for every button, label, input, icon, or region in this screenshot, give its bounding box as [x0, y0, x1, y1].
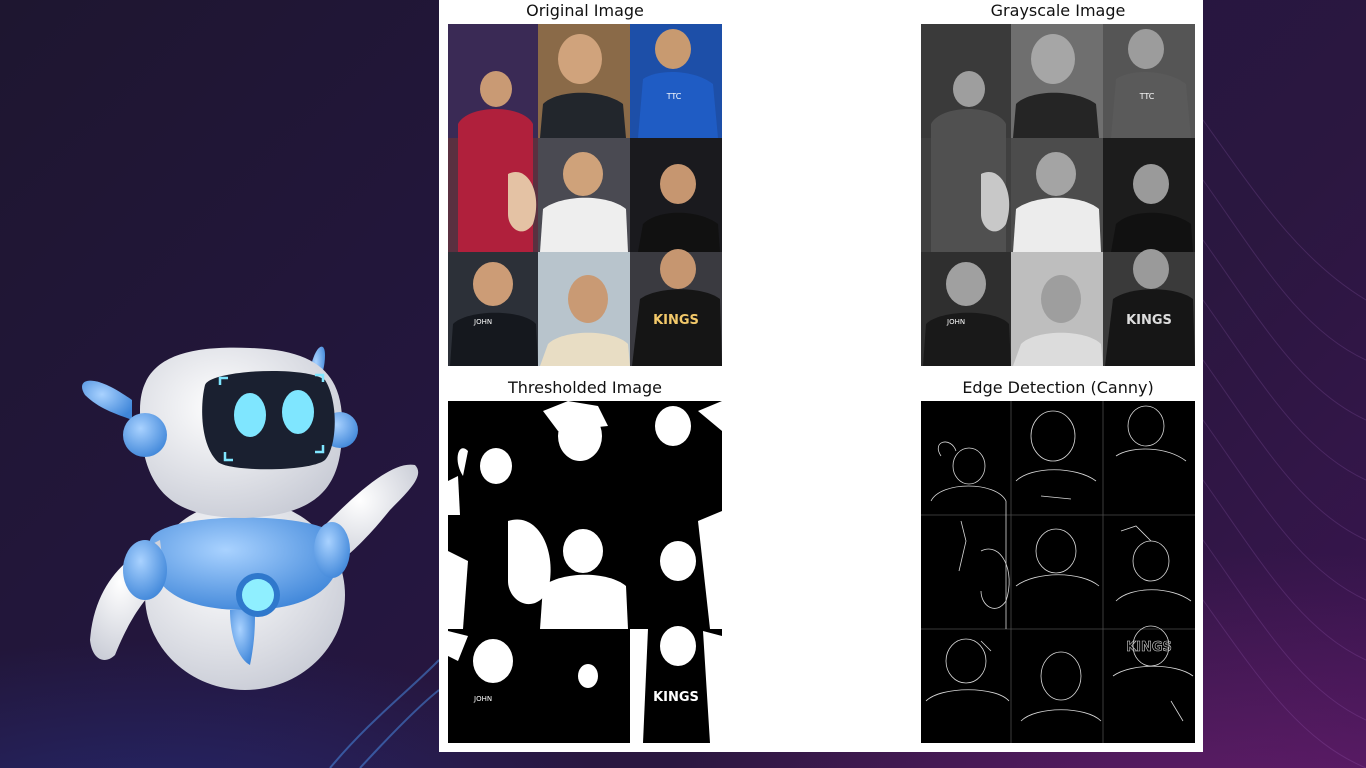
- grayscale-image: KINGS JOHN TTC: [921, 24, 1195, 366]
- edge-detection-image: KINGS: [921, 401, 1195, 743]
- thresholded-image: KINGS JOHN: [448, 401, 722, 743]
- subplot-title: Thresholded Image: [507, 378, 663, 397]
- name-tag-text: JOHN: [473, 318, 492, 326]
- name-tag-text: JOHN: [946, 318, 965, 326]
- subplot-title: Edge Detection (Canny): [962, 378, 1154, 397]
- kings-shirt-text: KINGS: [653, 313, 699, 328]
- figure-panel: Original Image KINGS JOHN TTC Grayscale …: [439, 0, 1203, 752]
- kings-shirt-text: KINGS: [1126, 640, 1172, 655]
- original-image: KINGS JOHN TTC: [448, 24, 722, 366]
- kings-shirt-text: KINGS: [1126, 313, 1172, 328]
- badge-text: TTC: [666, 92, 682, 101]
- subplot-title: Original Image: [526, 1, 644, 20]
- name-tag-text: JOHN: [473, 695, 492, 703]
- subplot-title: Grayscale Image: [990, 1, 1126, 20]
- robot-mascot-icon: [82, 346, 419, 690]
- kings-shirt-text: KINGS: [653, 690, 699, 705]
- badge-text: TTC: [1139, 92, 1155, 101]
